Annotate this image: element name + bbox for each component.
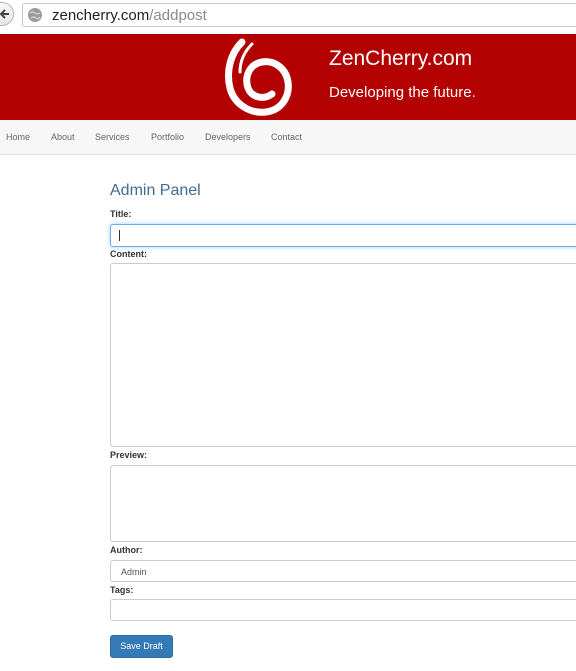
- text-caret: [119, 230, 120, 241]
- save-draft-button[interactable]: Save Draft: [110, 635, 173, 658]
- tags-input[interactable]: [110, 599, 576, 621]
- brand-name[interactable]: ZenCherry.com: [329, 47, 472, 71]
- nav-item-home[interactable]: Home: [6, 132, 30, 142]
- main-navbar: Home About Services Portfolio Developers…: [0, 120, 576, 155]
- site-header: ZenCherry.com Developing the future.: [0, 34, 576, 120]
- content-label: Content:: [110, 249, 147, 259]
- title-input[interactable]: [110, 224, 576, 247]
- preview-label: Preview:: [110, 450, 148, 460]
- author-value: Admin: [121, 567, 147, 577]
- back-arrow-icon: [0, 9, 9, 19]
- author-input[interactable]: Admin: [110, 560, 576, 582]
- author-label: Author:: [110, 545, 143, 555]
- brand-tagline: Developing the future.: [329, 84, 476, 101]
- nav-item-about[interactable]: About: [51, 132, 75, 142]
- address-field[interactable]: zencherry.com/addpost: [22, 3, 576, 27]
- zencherry-logo-icon: [225, 38, 292, 116]
- content-textarea[interactable]: [110, 263, 576, 447]
- nav-item-contact[interactable]: Contact: [271, 132, 302, 142]
- browser-url-bar: zencherry.com/addpost: [0, 0, 576, 32]
- nav-item-portfolio[interactable]: Portfolio: [151, 132, 184, 142]
- preview-area[interactable]: [110, 465, 576, 542]
- title-label: Title:: [110, 209, 132, 219]
- nav-item-developers[interactable]: Developers: [205, 132, 251, 142]
- nav-item-services[interactable]: Services: [95, 132, 130, 142]
- url-path: /addpost: [149, 7, 207, 24]
- globe-icon: [28, 8, 42, 22]
- tags-label: Tags:: [110, 585, 134, 595]
- url-text: zencherry.com/addpost: [52, 7, 207, 24]
- url-host: zencherry.com: [52, 7, 150, 24]
- back-button[interactable]: [0, 2, 14, 26]
- page-title: Admin Panel: [110, 182, 201, 199]
